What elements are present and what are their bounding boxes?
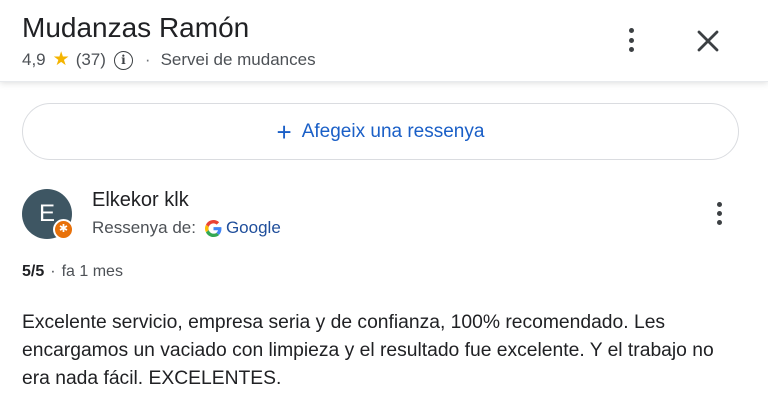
close-button[interactable] bbox=[692, 25, 724, 57]
separator-dot: · bbox=[50, 263, 56, 280]
local-guide-badge-icon: ✱ bbox=[53, 219, 74, 240]
review-source: Ressenya de: Google bbox=[92, 218, 281, 238]
add-review-button[interactable]: + Afegeix una ressenya bbox=[22, 103, 739, 160]
reviewer-name[interactable]: Elkekor klk bbox=[92, 189, 189, 212]
rating-value: 4,9 bbox=[22, 50, 46, 69]
review-rating-line: 5/5 · fa 1 mes bbox=[22, 263, 123, 281]
review-more-options-icon[interactable] bbox=[715, 202, 723, 225]
review-source-label: Ressenya de: bbox=[92, 218, 196, 237]
place-header: Mudanzas Ramón 4,9 ★ (37) i · Servei de … bbox=[0, 0, 768, 82]
info-icon[interactable]: i bbox=[113, 50, 133, 70]
plus-icon: + bbox=[276, 116, 292, 147]
review-text: Excelente servicio, empresa seria y de c… bbox=[22, 312, 714, 389]
place-title: Mudanzas Ramón bbox=[22, 12, 250, 43]
more-options-icon[interactable] bbox=[627, 28, 635, 52]
place-reviews-panel: Mudanzas Ramón 4,9 ★ (37) i · Servei de … bbox=[0, 0, 768, 415]
review-source-name: Google bbox=[225, 218, 281, 237]
review-age: fa 1 mes bbox=[61, 263, 123, 280]
review-count[interactable]: (37) bbox=[76, 50, 106, 70]
review-score: 5/5 bbox=[22, 263, 45, 280]
place-summary: 4,9 ★ (37) i · Servei de mudances bbox=[22, 50, 316, 70]
avatar-letter: E bbox=[38, 200, 55, 227]
star-icon: ★ bbox=[52, 49, 70, 70]
add-review-label: Afegeix una ressenya bbox=[301, 120, 485, 142]
separator-dot: · bbox=[144, 50, 151, 69]
place-category: Servei de mudances bbox=[160, 50, 316, 69]
google-g-icon bbox=[204, 219, 222, 237]
close-icon bbox=[697, 30, 719, 52]
